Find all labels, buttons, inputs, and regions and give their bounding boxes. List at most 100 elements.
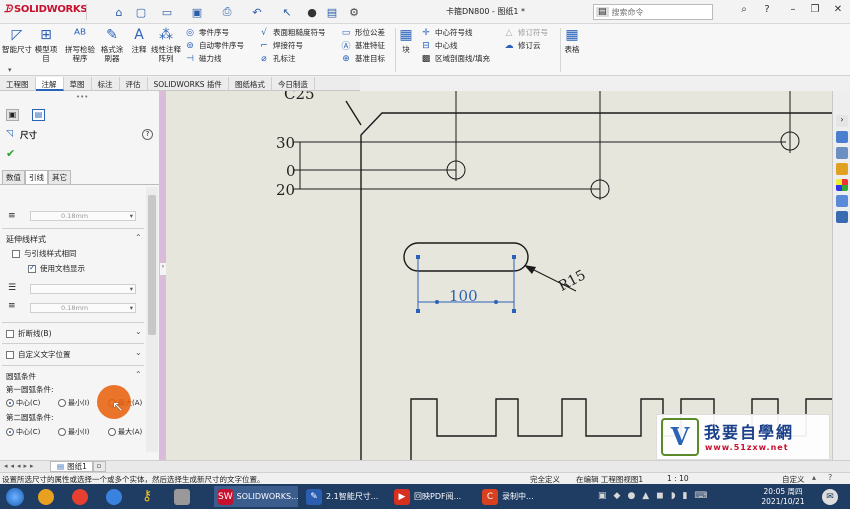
centerline-button[interactable]: ⊟ 中心线: [420, 39, 490, 52]
linear-note-pattern-button[interactable]: ⁂ 线性注释阵列: [151, 26, 181, 63]
dim-arrow-dot[interactable]: [494, 300, 498, 304]
traffic-light-icon[interactable]: ●: [305, 5, 319, 19]
panel-scrollbar[interactable]: [146, 187, 158, 452]
browser-icon[interactable]: [38, 489, 54, 505]
app-logo[interactable]: ᗬ SOLIDWORKS: [4, 4, 88, 15]
left-chamfer-edge[interactable]: [345, 100, 362, 126]
second-arc-min-dot[interactable]: [58, 428, 66, 436]
spell-checker-button[interactable]: ᴬᴮ 拼写检验程序: [65, 26, 95, 63]
note-button[interactable]: A 注释: [128, 26, 150, 54]
tray-icon[interactable]: ▲: [642, 491, 649, 501]
task-pane-collapse-icon[interactable]: ›: [836, 115, 848, 127]
custom-text-expand-icon[interactable]: ⌄: [135, 348, 142, 357]
search-scope-icon[interactable]: ▤: [596, 7, 609, 17]
new-file-icon[interactable]: ▢: [134, 5, 148, 19]
arc-condition-collapse-icon[interactable]: ⌃: [135, 370, 142, 379]
second-arc-min-radio[interactable]: 最小(I): [58, 427, 90, 437]
tab-sheet-format[interactable]: 图纸格式: [229, 77, 272, 91]
undo-icon[interactable]: ↶: [250, 5, 264, 19]
tray-icon[interactable]: ▣: [598, 491, 607, 501]
dimension-text-20[interactable]: 20: [276, 181, 295, 199]
leader-thickness-select[interactable]: 0.18mm ▾: [30, 211, 136, 221]
appearances-icon[interactable]: [836, 179, 848, 191]
search-icon[interactable]: ⌕: [735, 4, 753, 15]
add-sheet-icon[interactable]: ▫: [92, 461, 106, 472]
datum-feature-button[interactable]: Ⓐ 基准特征: [340, 39, 385, 52]
second-arc-max-dot[interactable]: [108, 428, 116, 436]
model-items-button[interactable]: ⊞ 模型项目: [33, 26, 59, 63]
feature-tree-tab-icon[interactable]: ▣: [6, 109, 19, 121]
second-arc-center-radio[interactable]: 中心(C): [6, 427, 40, 437]
tab-markup[interactable]: 标注: [92, 77, 120, 91]
center-mark-button[interactable]: ✛ 中心符号线: [420, 26, 490, 39]
slot-outline[interactable]: [403, 242, 529, 272]
select-pointer-icon[interactable]: ↖: [280, 5, 294, 19]
format-painter-button[interactable]: ✎ 格式涂刷器: [98, 26, 126, 63]
ext-line-style-select[interactable]: ▾: [30, 284, 136, 294]
network-icon[interactable]: ▮: [682, 491, 687, 501]
first-arc-center-radio[interactable]: 中心(C): [6, 398, 40, 408]
first-arc-min-radio[interactable]: 最小(I): [58, 398, 90, 408]
app-icon[interactable]: [106, 489, 122, 505]
part-outline[interactable]: [360, 112, 832, 460]
tab-annotation[interactable]: 注解: [35, 77, 64, 91]
tab-evaluate[interactable]: 评估: [120, 77, 148, 91]
system-clock[interactable]: 20:05 周四 2021/10/21: [748, 487, 818, 507]
grip-handle[interactable]: [512, 255, 516, 259]
auto-balloon-button[interactable]: ⊚ 自动零件序号: [184, 39, 244, 52]
first-arc-center-dot[interactable]: [6, 399, 14, 407]
view-palette-icon[interactable]: [836, 195, 848, 207]
tray-icon[interactable]: ◆: [614, 491, 621, 501]
volume-icon[interactable]: ◗: [671, 491, 676, 501]
custom-text-pos-checkbox[interactable]: 自定义文字位置: [6, 349, 71, 360]
status-scale[interactable]: 1 : 10: [667, 474, 689, 483]
sheet-tab-1[interactable]: ▤ 图纸1: [50, 461, 94, 472]
chamfer-dimension-text[interactable]: C25: [284, 91, 315, 103]
smart-dimension-dropdown-icon[interactable]: ▾: [8, 66, 12, 74]
revision-cloud-button[interactable]: ☁ 修订云: [503, 39, 548, 52]
home-icon[interactable]: ⌂: [112, 5, 126, 19]
first-arc-min-dot[interactable]: [58, 399, 66, 407]
drawing-sheet[interactable]: [166, 91, 832, 460]
dimension-text-30[interactable]: 30: [276, 134, 295, 152]
dimension-text-0[interactable]: 0: [286, 162, 296, 180]
break-lines-expand-icon[interactable]: ⌄: [135, 327, 142, 336]
same-as-leader-checkbox[interactable]: 与引线样式相同: [12, 248, 77, 259]
tab-mbd[interactable]: 今日制造: [272, 77, 315, 91]
smart-dimension-button[interactable]: ◸ 智能尺寸: [2, 26, 32, 54]
geometric-tolerance-button[interactable]: ▭ 形位公差: [340, 26, 385, 39]
subtab-other[interactable]: 其它: [48, 170, 71, 184]
start-button[interactable]: [6, 488, 24, 506]
rebuild-icon[interactable]: ▤: [325, 5, 339, 19]
resources-icon[interactable]: [836, 131, 848, 143]
key-icon[interactable]: ⚷: [142, 488, 156, 506]
subtab-value[interactable]: 数值: [2, 170, 25, 184]
grip-handle[interactable]: [416, 309, 420, 313]
area-hatch-button[interactable]: ▩ 区域剖面线/填充: [420, 52, 490, 65]
break-lines-checkbox[interactable]: 折断线(B): [6, 328, 52, 339]
search-input[interactable]: [611, 7, 702, 17]
custom-text-pos-box[interactable]: [6, 351, 14, 359]
subtab-leaders[interactable]: 引线: [25, 170, 48, 184]
design-library-icon[interactable]: [836, 147, 848, 159]
tool-icon[interactable]: [174, 489, 190, 505]
open-folder-icon[interactable]: ▭: [160, 5, 174, 19]
minimize-button[interactable]: –: [784, 4, 802, 15]
file-explorer-icon[interactable]: [836, 163, 848, 175]
save-icon[interactable]: ▣: [190, 5, 204, 19]
taskbar-pdf-reader[interactable]: ▶ 回映PDF阅...: [390, 486, 474, 507]
block-button[interactable]: ▦ 块: [398, 26, 414, 54]
use-doc-display-box[interactable]: [28, 263, 36, 273]
custom-properties-icon[interactable]: [836, 211, 848, 223]
grip-handle[interactable]: [416, 255, 420, 259]
surface-finish-button[interactable]: √ 表面粗糙度符号: [258, 26, 325, 39]
property-tab-icon[interactable]: ▤: [32, 109, 45, 121]
tab-sketch[interactable]: 草图: [64, 77, 92, 91]
ext-line-thickness-select[interactable]: 0.18mm ▾: [30, 303, 136, 313]
close-button[interactable]: ✕: [829, 4, 847, 15]
search-box[interactable]: ▤: [593, 4, 713, 20]
tab-addins[interactable]: SOLIDWORKS 插件: [148, 77, 229, 91]
media-icon[interactable]: [72, 489, 88, 505]
revision-symbol-button[interactable]: △ 修订符号: [503, 26, 548, 39]
weld-symbol-button[interactable]: ⌐ 焊接符号: [258, 39, 326, 52]
